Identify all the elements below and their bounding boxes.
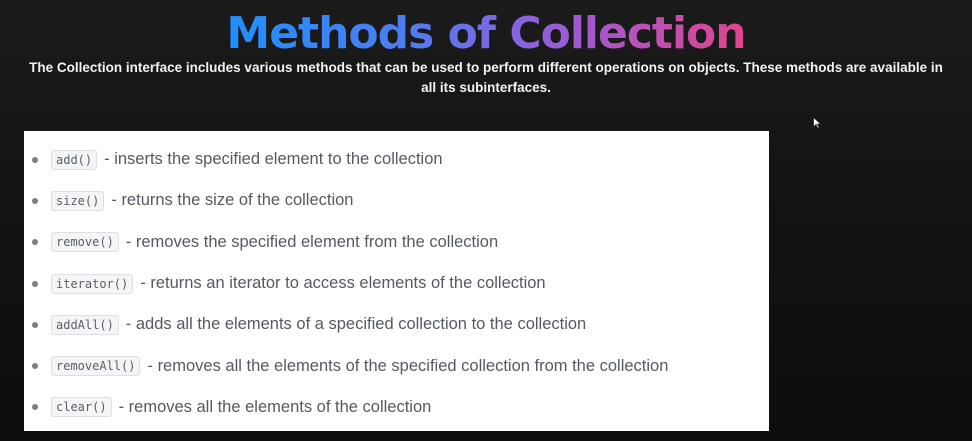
slide-title-text: Methods of Collection bbox=[226, 8, 746, 59]
list-item: addAll() - adds all the elements of a sp… bbox=[24, 304, 769, 345]
method-description: - inserts the specified element to the c… bbox=[104, 150, 443, 169]
method-code: add() bbox=[51, 149, 98, 170]
method-code: remove() bbox=[51, 232, 119, 253]
method-description: - removes all the elements of the collec… bbox=[118, 397, 432, 416]
slide-title: Methods of Collection bbox=[0, 6, 972, 62]
method-code: size() bbox=[51, 190, 105, 211]
method-list: add() - inserts the specified element to… bbox=[24, 139, 769, 428]
slide-subtitle: The Collection interface includes variou… bbox=[29, 60, 943, 95]
list-item: add() - inserts the specified element to… bbox=[24, 139, 769, 180]
method-code: iterator() bbox=[51, 273, 134, 294]
bullet-icon bbox=[32, 239, 38, 246]
list-item: iterator() - returns an iterator to acce… bbox=[24, 263, 769, 304]
bullet-icon bbox=[32, 280, 38, 287]
methods-card: add() - inserts the specified element to… bbox=[24, 131, 769, 431]
bullet-icon bbox=[32, 363, 38, 370]
bullet-icon bbox=[32, 156, 38, 163]
list-item: removeAll() - removes all the elements o… bbox=[24, 345, 769, 386]
bullet-icon bbox=[32, 321, 38, 328]
method-description: - removes the specified element from the… bbox=[125, 232, 499, 251]
mouse-pointer-icon bbox=[813, 117, 822, 129]
list-item: size() - returns the size of the collect… bbox=[24, 180, 769, 221]
list-item: clear() - removes all the elements of th… bbox=[24, 387, 769, 428]
method-description: - returns an iterator to access elements… bbox=[140, 274, 546, 293]
bullet-icon bbox=[32, 404, 38, 411]
method-description: - returns the size of the collection bbox=[111, 191, 354, 210]
method-code: addAll() bbox=[51, 314, 119, 335]
method-code: removeAll() bbox=[51, 356, 141, 377]
method-code: clear() bbox=[51, 397, 112, 418]
list-item: remove() - removes the specified element… bbox=[24, 222, 769, 263]
bullet-icon bbox=[32, 197, 38, 204]
method-description: - adds all the elements of a specified c… bbox=[125, 315, 587, 334]
method-description: - removes all the elements of the specif… bbox=[147, 356, 669, 375]
